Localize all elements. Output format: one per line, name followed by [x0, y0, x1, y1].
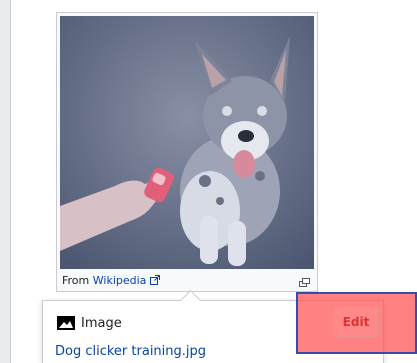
popup-header: Image — [57, 313, 122, 333]
image-caption: From Wikipedia — [62, 272, 314, 290]
edit-button[interactable]: Edit — [333, 307, 379, 337]
dog-photo-illustration — [60, 16, 314, 269]
image-thumbnail-figure: From Wikipedia — [56, 12, 318, 292]
external-link-icon — [149, 275, 160, 287]
image-icon — [57, 316, 75, 330]
popup-file-link[interactable]: Dog clicker training.jpg — [55, 344, 206, 359]
dog-photo[interactable] — [60, 16, 314, 269]
wikipedia-source-link[interactable]: Wikipedia — [93, 274, 147, 287]
caption-prefix: From — [62, 274, 90, 287]
magnify-icon[interactable] — [299, 275, 310, 287]
left-content-strip — [0, 0, 11, 363]
popup-type-label: Image — [81, 315, 122, 331]
